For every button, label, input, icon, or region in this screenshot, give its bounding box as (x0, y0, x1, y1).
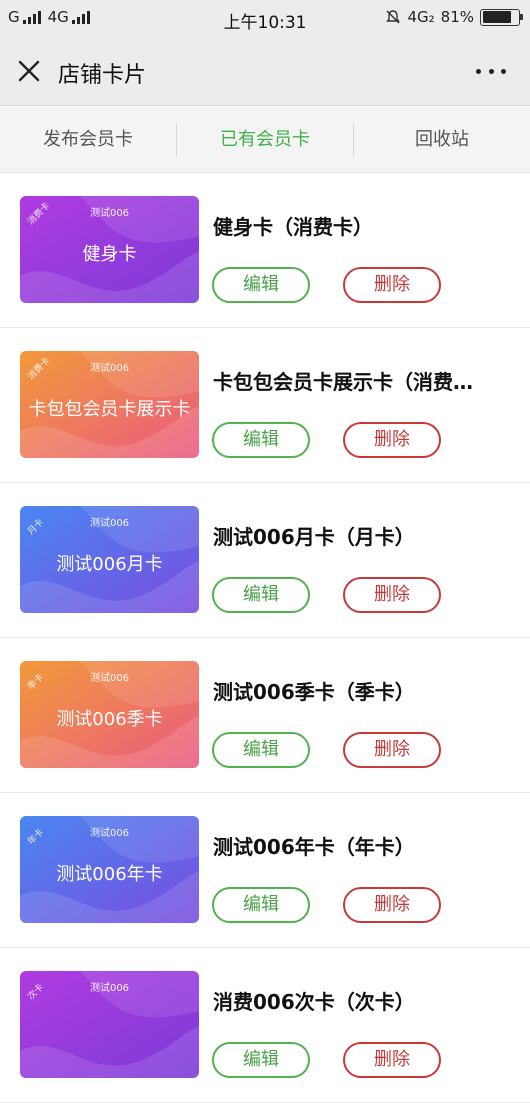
edit-button[interactable]: 编辑 (212, 267, 310, 303)
list-item[interactable]: 季卡 测试006 测试006季卡 测试006季卡（季卡） 编辑 删除 (0, 638, 530, 793)
card-title: 消费006次卡（次卡） (213, 990, 415, 1014)
card-shop-label: 测试006 (89, 518, 130, 529)
list-item[interactable]: 次卡 测试006 消费006次卡（次卡） 编辑 删除 (0, 948, 530, 1103)
card-thumb-name: 测试006年卡 (56, 864, 163, 885)
tab-existing-cards[interactable]: 已有会员卡 (177, 107, 353, 173)
card-title: 测试006年卡（年卡） (213, 835, 415, 859)
delete-button[interactable]: 删除 (343, 422, 441, 458)
card-thumb-name: 测试006月卡 (56, 554, 163, 575)
delete-button[interactable]: 删除 (343, 887, 441, 923)
card-thumbnail[interactable]: 年卡 测试006 测试006年卡 (20, 816, 199, 923)
edit-button[interactable]: 编辑 (212, 732, 310, 768)
edit-button[interactable]: 编辑 (212, 887, 310, 923)
card-thumbnail[interactable]: 月卡 测试006 测试006月卡 (20, 506, 199, 613)
title-bar: 店铺卡片 (0, 36, 530, 106)
card-thumb-name: 测试006季卡 (56, 709, 163, 730)
card-thumb-name: 健身卡 (82, 244, 137, 265)
tab-bar: 发布会员卡 已有会员卡 回收站 (0, 107, 530, 173)
list-item[interactable]: 消费卡 测试006 卡包包会员卡展示卡 卡包包会员卡展示卡（消费… 编辑 删除 (0, 328, 530, 483)
delete-button[interactable]: 删除 (343, 1042, 441, 1078)
card-title: 卡包包会员卡展示卡（消费… (213, 370, 473, 394)
list-item[interactable]: 消费卡 测试006 健身卡 健身卡（消费卡） 编辑 删除 (0, 173, 530, 328)
card-shop-label: 测试006 (89, 673, 130, 684)
tab-publish-card[interactable]: 发布会员卡 (0, 107, 176, 173)
list-item[interactable]: 月卡 测试006 测试006月卡 测试006月卡（月卡） 编辑 删除 (0, 483, 530, 638)
battery-percent: 81% (440, 8, 474, 26)
page-title: 店铺卡片 (58, 63, 147, 88)
delete-button[interactable]: 删除 (343, 732, 441, 768)
status-right: 4G₂ 81% (385, 8, 523, 26)
card-shop-label: 测试006 (89, 363, 130, 374)
card-title: 健身卡（消费卡） (213, 215, 373, 239)
more-icon[interactable] (476, 60, 506, 82)
card-thumbnail[interactable]: 季卡 测试006 测试006季卡 (20, 661, 199, 768)
tab-recycle-bin[interactable]: 回收站 (354, 107, 530, 173)
card-shop-label: 测试006 (89, 208, 130, 219)
mute-bell-icon (386, 10, 401, 24)
card-list: 消费卡 测试006 健身卡 健身卡（消费卡） 编辑 删除 消费卡 测试006 卡… (0, 173, 530, 1103)
card-thumbnail[interactable]: 消费卡 测试006 健身卡 (20, 196, 199, 303)
card-shop-label: 测试006 (89, 828, 130, 839)
delete-button[interactable]: 删除 (343, 267, 441, 303)
card-title: 测试006季卡（季卡） (213, 680, 415, 704)
edit-button[interactable]: 编辑 (212, 577, 310, 613)
delete-button[interactable]: 删除 (343, 577, 441, 613)
battery-icon (480, 8, 523, 26)
edit-button[interactable]: 编辑 (212, 1042, 310, 1078)
card-thumbnail[interactable]: 次卡 测试006 (20, 971, 199, 1078)
card-thumb-name: 卡包包会员卡展示卡 (28, 399, 191, 420)
card-thumbnail[interactable]: 消费卡 测试006 卡包包会员卡展示卡 (20, 351, 199, 458)
card-title: 测试006月卡（月卡） (213, 525, 415, 549)
status-bar: G 4G 上午10:31 4G₂ 81% (0, 0, 530, 36)
close-icon[interactable] (18, 60, 40, 82)
battery-fill (482, 11, 511, 23)
list-item[interactable]: 年卡 测试006 测试006年卡 测试006年卡（年卡） 编辑 删除 (0, 793, 530, 948)
edit-button[interactable]: 编辑 (212, 422, 310, 458)
network-label: 4G₂ (407, 8, 435, 26)
card-shop-label: 测试006 (89, 983, 130, 994)
